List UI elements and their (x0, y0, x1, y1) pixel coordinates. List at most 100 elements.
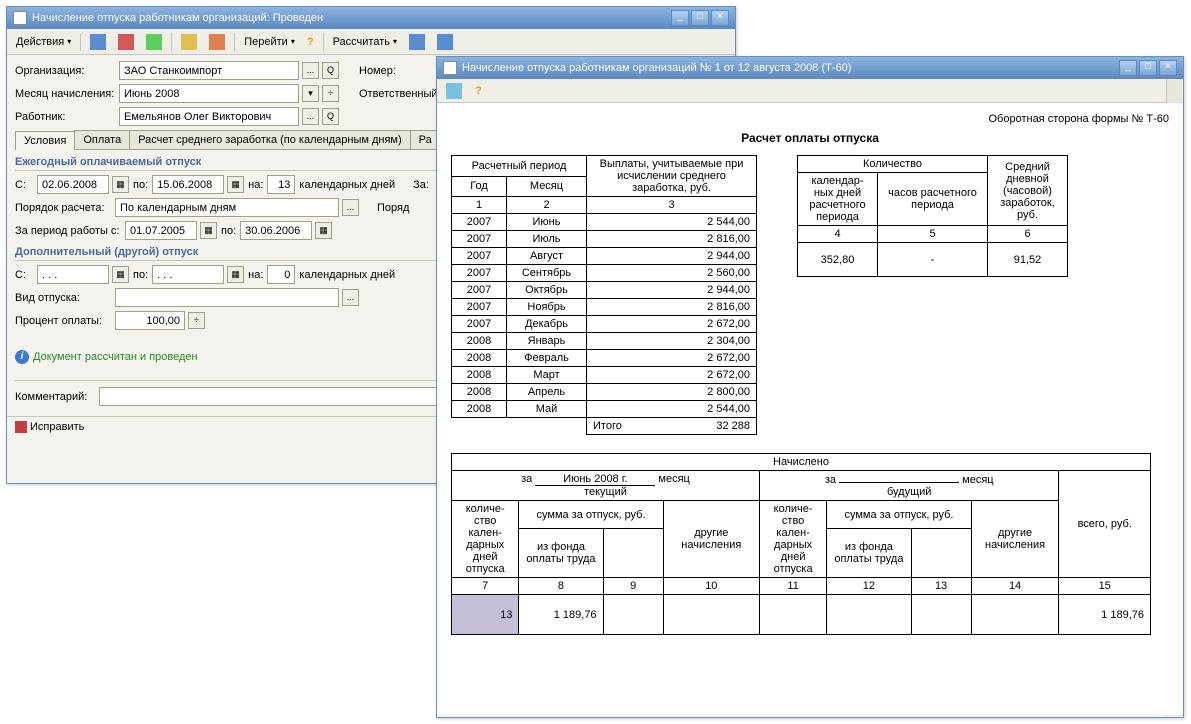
label-cal-days: календарных дней (299, 179, 395, 191)
th-hours: часов расчетного периода (878, 173, 988, 226)
label-to: по: (133, 179, 148, 191)
th-year: Год (452, 176, 507, 197)
calc-menu[interactable]: Рассчитать▾ (328, 32, 402, 52)
label-employee: Работник: (15, 111, 115, 123)
label-poryad: Поряд (377, 202, 409, 214)
label-number: Номер: (359, 65, 396, 77)
date-to-cal-button[interactable]: ▦ (227, 176, 244, 193)
tb-icon-1[interactable] (85, 32, 111, 52)
date-to-input[interactable]: 15.06.2008 (152, 175, 224, 194)
report-title: Начисление отпуска работникам организаци… (462, 62, 1119, 74)
label-leave-type: Вид отпуска: (15, 292, 111, 304)
calc-order-select-button[interactable]: ... (342, 199, 359, 216)
tab-payment[interactable]: Оплата (74, 130, 130, 149)
label-add-cal-days: календарных дней (299, 269, 395, 281)
info-icon: i (15, 350, 29, 364)
report-heading: Расчет оплаты отпуска (451, 131, 1169, 145)
document-icon (443, 61, 457, 75)
th-month: Месяц (507, 176, 587, 197)
days-input[interactable]: 13 (267, 175, 295, 194)
tb-icon-2[interactable] (113, 32, 139, 52)
period-from-input[interactable]: 01.07.2005 (125, 221, 197, 240)
calc-period-table: Расчетный период Выплаты, учитываемые пр… (451, 155, 757, 435)
titlebar[interactable]: Начисление отпуска работникам организаци… (7, 7, 735, 29)
go-menu[interactable]: Перейти▾ (239, 32, 300, 52)
add-to-cal-button[interactable]: ▦ (227, 266, 244, 283)
label-add-on: на: (248, 269, 263, 281)
label-on: на: (248, 179, 263, 191)
period-to-input[interactable]: 30.06.2006 (240, 221, 312, 240)
pay-pct-input[interactable]: 100,00 (115, 311, 185, 330)
th-total: всего, руб. (1059, 471, 1151, 578)
fix-icon (15, 421, 27, 433)
month-dropdown-button[interactable]: ▾ (302, 85, 319, 102)
add-from-cal-button[interactable]: ▦ (112, 266, 129, 283)
report-window: Начисление отпуска работникам организаци… (436, 56, 1184, 718)
label-add-from: С: (15, 269, 33, 281)
toolbar: Действия▾ Перейти▾ ? Рассчитать▾ (7, 29, 735, 55)
th-avg: Средний дневной (часовой) заработок, руб… (988, 156, 1068, 226)
org-input[interactable]: ЗАО Станкоимпорт (119, 61, 299, 80)
th-period: Расчетный период (452, 156, 587, 177)
tb-icon-3[interactable] (141, 32, 167, 52)
label-month: Месяц начисления: (15, 88, 115, 100)
document-icon (13, 11, 27, 25)
close-button[interactable]: × (711, 10, 729, 26)
minimize-button[interactable]: _ (1119, 60, 1137, 76)
calc-order-input[interactable]: По календарным дням (115, 198, 339, 217)
org-select-button[interactable]: ... (302, 62, 319, 79)
label-org: Организация: (15, 65, 115, 77)
th-accrued: Начислено (452, 454, 1151, 471)
maximize-button[interactable]: □ (1139, 60, 1157, 76)
month-spinner-button[interactable]: ÷ (322, 85, 339, 102)
leave-type-select-button[interactable]: ... (342, 289, 359, 306)
period-from-cal-button[interactable]: ▦ (200, 222, 217, 239)
add-to-input[interactable]: . . . (152, 265, 224, 284)
org-open-button[interactable]: Q (322, 62, 339, 79)
th-qty: Количество (798, 156, 988, 173)
month-input[interactable]: Июнь 2008 (119, 84, 299, 103)
period-to-cal-button[interactable]: ▦ (315, 222, 332, 239)
date-from-cal-button[interactable]: ▦ (112, 176, 129, 193)
tab-avg-calc[interactable]: Расчет среднего заработка (по календарны… (129, 130, 410, 149)
label-period-to: по: (221, 225, 236, 237)
label-order: Порядок расчета: (15, 202, 111, 214)
tb-icon-7[interactable] (432, 32, 458, 52)
report-body: Оборотная сторона формы № Т-60 Расчет оп… (437, 103, 1183, 715)
close-button[interactable]: × (1159, 60, 1177, 76)
tb-icon-5[interactable] (204, 32, 230, 52)
employee-input[interactable]: Емельянов Олег Викторович (119, 107, 299, 126)
th-pay: Выплаты, учитываемые при исчислении сред… (587, 156, 757, 197)
minimize-button[interactable]: _ (671, 10, 689, 26)
accrued-table: Начислено за Июнь 2008 г. месяц текущий … (451, 453, 1151, 635)
date-from-input[interactable]: 02.06.2008 (37, 175, 109, 194)
help-button[interactable]: ? (302, 32, 319, 52)
cell-days[interactable]: 13 (452, 595, 519, 635)
tab-conditions[interactable]: Условия (15, 131, 75, 150)
tb-icon-4[interactable] (176, 32, 202, 52)
label-pay-pct: Процент оплаты: (15, 315, 111, 327)
qty-table: Количество Средний дневной (часовой) зар… (797, 155, 1068, 277)
label-work-period: За период работы с: (15, 225, 121, 237)
fix-button[interactable]: Исправить (15, 421, 84, 433)
maximize-button[interactable]: □ (691, 10, 709, 26)
pay-pct-spinner[interactable]: ÷ (188, 312, 205, 329)
add-days-input[interactable]: 0 (267, 265, 295, 284)
form-side-label: Оборотная сторона формы № Т-60 (451, 113, 1169, 125)
employee-select-button[interactable]: ... (302, 108, 319, 125)
label-za: За: (413, 179, 429, 191)
label-from: С: (15, 179, 33, 191)
print-button[interactable] (441, 81, 467, 101)
label-responsible: Ответственный (359, 88, 438, 100)
label-add-to: по: (133, 269, 148, 281)
tb-icon-6[interactable] (404, 32, 430, 52)
window-title: Начисление отпуска работникам организаци… (32, 12, 671, 24)
th-caldays: календар- ных дней расчетного периода (798, 173, 878, 226)
add-from-input[interactable]: . . . (37, 265, 109, 284)
leave-type-input[interactable] (115, 288, 339, 307)
help-button[interactable]: ? (470, 81, 487, 101)
report-titlebar[interactable]: Начисление отпуска работникам организаци… (437, 57, 1183, 79)
actions-menu[interactable]: Действия▾ (11, 32, 76, 52)
report-toolbar: ? (437, 79, 1183, 103)
employee-open-button[interactable]: Q (322, 108, 339, 125)
